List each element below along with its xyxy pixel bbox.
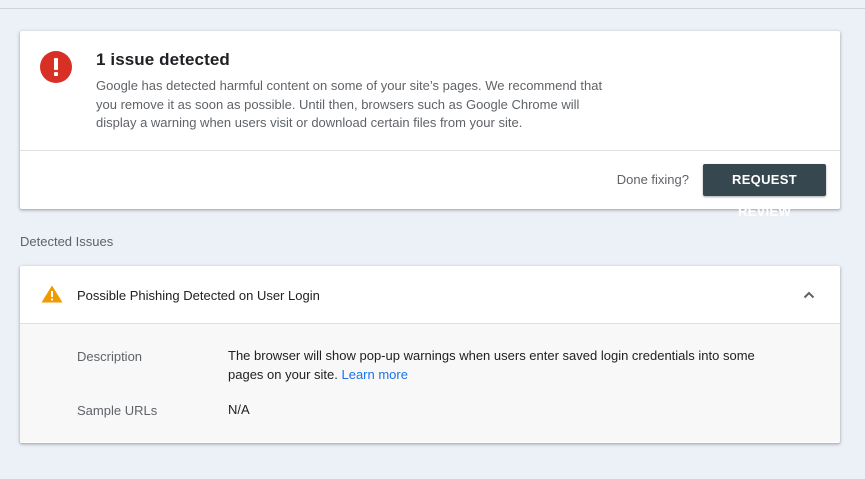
- learn-more-link[interactable]: Learn more: [341, 367, 407, 382]
- done-fixing-text: Done fixing?: [616, 172, 689, 187]
- issue-card: Possible Phishing Detected on User Login…: [20, 266, 840, 443]
- description-text: The browser will show pop-up warnings wh…: [228, 348, 755, 382]
- error-icon: [40, 51, 72, 83]
- issue-title: Possible Phishing Detected on User Login: [77, 288, 320, 303]
- request-review-button[interactable]: REQUEST REVIEW: [703, 164, 826, 219]
- summary-footer: Done fixing? REQUEST REVIEW: [20, 151, 840, 219]
- sample-urls-value: N/A: [228, 402, 250, 417]
- description-value: The browser will show pop-up warnings wh…: [228, 347, 758, 384]
- issue-summary-card: 1 issue detected Google has detected har…: [20, 31, 840, 219]
- warning-icon: [41, 285, 63, 303]
- top-divider: [0, 8, 865, 9]
- description-label: Description: [77, 349, 143, 364]
- issue-details: Description The browser will show pop-up…: [20, 324, 840, 442]
- chevron-up-icon[interactable]: [802, 288, 816, 302]
- detected-issues-heading: Detected Issues: [20, 234, 114, 249]
- summary-body: 1 issue detected Google has detected har…: [20, 31, 840, 150]
- issue-header[interactable]: Possible Phishing Detected on User Login: [20, 266, 840, 324]
- summary-title: 1 issue detected: [96, 50, 230, 69]
- sample-urls-label: Sample URLs: [77, 403, 158, 418]
- summary-description: Google has detected harmful content on s…: [96, 78, 603, 130]
